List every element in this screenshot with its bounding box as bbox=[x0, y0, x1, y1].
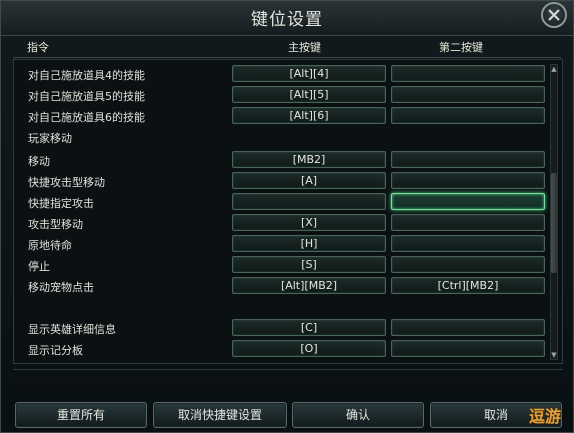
keybind-list: 对自己施放道具4的技能 [Alt][4] 对自己施放道具5的技能 [Alt][5] 对自… bbox=[13, 59, 563, 364]
keybind-label: 移动宠物点击 bbox=[28, 281, 94, 294]
scroll-down-icon[interactable]: ▼ bbox=[550, 351, 558, 359]
keybind-label: 快捷指定攻击 bbox=[28, 197, 94, 210]
keybind-label: 对自己施放道具5的技能 bbox=[28, 90, 145, 103]
primary-key-slot[interactable]: [S] bbox=[232, 256, 386, 273]
secondary-key-slot[interactable]: [Ctrl][MB2] bbox=[391, 277, 545, 294]
keybind-row: 攻击型移动 [X] bbox=[14, 213, 554, 233]
keybind-row: 显示记分板 [O] bbox=[14, 339, 554, 359]
keybind-label: 玩家移动 bbox=[28, 132, 72, 145]
secondary-key-slot[interactable] bbox=[391, 235, 545, 252]
reset-all-button[interactable]: 重置所有 bbox=[15, 402, 147, 428]
secondary-key-slot[interactable] bbox=[391, 319, 545, 336]
keybind-row: 原地待命 [H] bbox=[14, 234, 554, 254]
keybind-label: 原地待命 bbox=[28, 239, 72, 252]
secondary-key-slot[interactable] bbox=[391, 193, 545, 210]
cancel-hotkey-button[interactable]: 取消快捷键设置 bbox=[153, 402, 287, 428]
confirm-button[interactable]: 确认 bbox=[292, 402, 424, 428]
primary-key-slot[interactable] bbox=[232, 193, 386, 210]
secondary-key-slot[interactable] bbox=[391, 86, 545, 103]
primary-key-slot[interactable]: [H] bbox=[232, 235, 386, 252]
keybind-label: 对自己施放道具6的技能 bbox=[28, 111, 145, 124]
column-header-row: 指令 主按键 第二按键 bbox=[13, 37, 561, 58]
keybind-label: 停止 bbox=[28, 260, 50, 273]
primary-key-slot[interactable]: [Alt][4] bbox=[232, 65, 386, 82]
secondary-key-slot[interactable] bbox=[391, 340, 545, 357]
close-icon bbox=[548, 9, 560, 21]
keybind-label: 快捷攻击型移动 bbox=[28, 176, 105, 189]
secondary-key-slot[interactable] bbox=[391, 172, 545, 189]
header-command: 指令 bbox=[27, 41, 49, 54]
keybind-row: 停止 [S] bbox=[14, 255, 554, 275]
title-bar: 键位设置 bbox=[1, 1, 573, 36]
keybind-label: 显示记分板 bbox=[28, 344, 83, 357]
primary-key-slot[interactable]: [Alt][5] bbox=[232, 86, 386, 103]
scrollbar[interactable]: ▲ ▼ bbox=[550, 64, 558, 360]
primary-key-slot[interactable]: [X] bbox=[232, 214, 386, 231]
keybind-row: 移动 [MB2] bbox=[14, 150, 554, 170]
primary-key-slot[interactable]: [O] bbox=[232, 340, 386, 357]
divider bbox=[13, 369, 563, 370]
close-button[interactable] bbox=[541, 2, 567, 28]
keybind-label: 显示英雄详细信息 bbox=[28, 323, 116, 336]
keybind-row: 快捷指定攻击 bbox=[14, 192, 554, 212]
primary-key-slot[interactable]: [A] bbox=[232, 172, 386, 189]
window-title: 键位设置 bbox=[251, 10, 323, 30]
watermark-logo: 逗游 bbox=[529, 407, 562, 426]
primary-key-slot[interactable]: [MB2] bbox=[232, 151, 386, 168]
section-header bbox=[14, 298, 554, 318]
scroll-thumb[interactable] bbox=[551, 173, 557, 273]
secondary-key-slot[interactable] bbox=[391, 107, 545, 124]
secondary-key-slot[interactable] bbox=[391, 214, 545, 231]
secondary-key-slot[interactable] bbox=[391, 256, 545, 273]
scroll-up-icon[interactable]: ▲ bbox=[550, 65, 558, 73]
keybind-label: 对自己施放道具4的技能 bbox=[28, 69, 145, 82]
secondary-key-slot[interactable] bbox=[391, 65, 545, 82]
keybind-label: 移动 bbox=[28, 155, 50, 168]
keybind-row: 快捷攻击型移动 [A] bbox=[14, 171, 554, 191]
primary-key-slot[interactable]: [Alt][MB2] bbox=[232, 277, 386, 294]
keybind-row: 显示英雄详细信息 [C] bbox=[14, 318, 554, 338]
section-header: 玩家移动 bbox=[14, 127, 554, 147]
keybind-window: 键位设置 指令 主按键 第二按键 对自己施放道具4的技能 [Alt][4] 对自己施… bbox=[0, 0, 574, 433]
secondary-key-slot[interactable] bbox=[391, 151, 545, 168]
keybind-label: 攻击型移动 bbox=[28, 218, 83, 231]
keybind-row: 对自己施放道具4的技能 [Alt][4] bbox=[14, 64, 554, 84]
keybind-row: 对自己施放道具6的技能 [Alt][6] bbox=[14, 106, 554, 126]
header-primary: 主按键 bbox=[288, 41, 321, 54]
primary-key-slot[interactable]: [C] bbox=[232, 319, 386, 336]
primary-key-slot[interactable]: [Alt][6] bbox=[232, 107, 386, 124]
header-secondary: 第二按键 bbox=[439, 41, 483, 54]
keybind-row: 移动宠物点击 [Alt][MB2] [Ctrl][MB2] bbox=[14, 276, 554, 296]
keybind-row: 对自己施放道具5的技能 [Alt][5] bbox=[14, 85, 554, 105]
